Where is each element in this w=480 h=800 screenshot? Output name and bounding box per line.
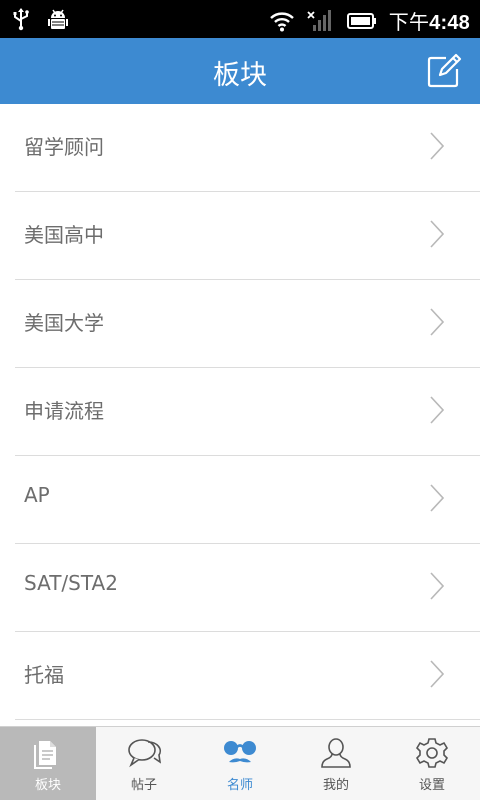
list-item[interactable]: SAT/STA2 [15, 544, 480, 632]
clock-time: 4:48 [429, 12, 470, 34]
tab-label: 设置 [418, 778, 445, 793]
tab-label: 板块 [34, 778, 61, 793]
title-bar: 板块 [0, 38, 480, 104]
list-item[interactable]: 申请流程 [15, 368, 480, 456]
person-icon [321, 738, 351, 768]
tab-boards[interactable]: 板块 [0, 727, 96, 800]
tab-mine[interactable]: 我的 [288, 727, 384, 800]
tab-label: 帖子 [130, 778, 157, 793]
list-item-label: AP [24, 483, 50, 507]
list-item[interactable]: 美国大学 [15, 280, 480, 368]
battery-icon [346, 12, 376, 29]
bottom-tab-bar: 板块 帖子 名师 我的 设置 [0, 726, 480, 800]
gear-icon [415, 738, 449, 768]
tab-settings[interactable]: 设置 [384, 727, 480, 800]
clock-period: 下午 [388, 12, 430, 34]
chevron-right-icon [430, 220, 444, 248]
list-item-label: 美国高中 [24, 223, 104, 247]
tab-posts[interactable]: 帖子 [96, 727, 192, 800]
list-item[interactable]: AP [15, 456, 480, 544]
status-left-icons [12, 7, 70, 31]
wifi-icon [269, 11, 294, 31]
chevron-right-icon [430, 308, 444, 336]
glasses-mustache-icon [224, 741, 256, 763]
list-item[interactable]: 美国高中 [15, 192, 480, 280]
list-item-label: SAT/STA2 [24, 571, 118, 595]
tab-label: 名师 [226, 778, 253, 793]
chevron-right-icon [430, 484, 444, 512]
android-debug-icon [48, 9, 68, 29]
usb-icon [13, 8, 29, 31]
status-bar: 下午4:48 [0, 0, 480, 38]
signal-icon [307, 9, 331, 31]
clock: 下午4:48 [389, 6, 470, 35]
list-item-label: 托福 [24, 663, 64, 687]
tab-teachers[interactable]: 名师 [192, 727, 288, 800]
chevron-right-icon [430, 572, 444, 600]
list-item[interactable]: 留学顾问 [15, 104, 480, 192]
compose-icon[interactable] [426, 53, 462, 89]
list-item[interactable]: 托福 [15, 632, 480, 720]
tab-label: 我的 [322, 778, 349, 793]
chevron-right-icon [430, 660, 444, 688]
list-item-label: 美国大学 [24, 311, 104, 335]
chevron-right-icon [430, 396, 444, 424]
status-right-icons: 下午4:48 [269, 6, 470, 35]
chevron-right-icon [430, 132, 444, 160]
list-item-label: 留学顾问 [24, 135, 104, 159]
list-item-label: 申请流程 [24, 399, 104, 423]
document-icon [34, 741, 56, 769]
chat-bubbles-icon [128, 739, 162, 768]
page-title: 板块 [213, 60, 267, 91]
forum-list: 留学顾问 美国高中 美国大学 申请流程 AP SAT/STA2 托福 [0, 104, 480, 726]
